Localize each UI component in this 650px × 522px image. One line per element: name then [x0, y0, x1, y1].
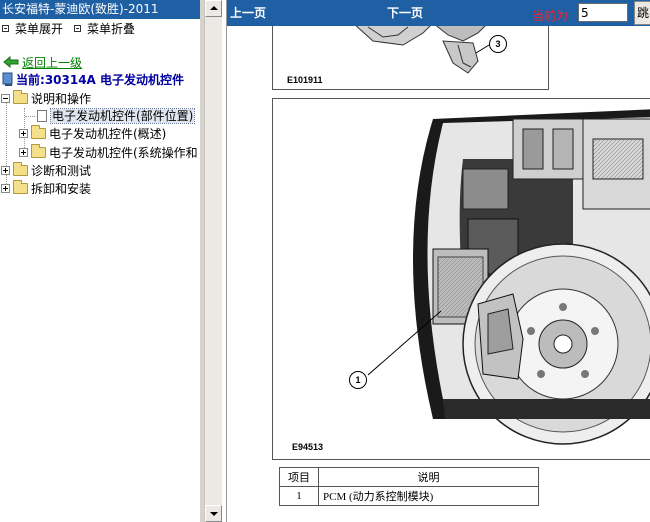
left-navigation-pane: 长安福特-蒙迪欧(致胜)-2011 菜单展开 菜单折叠 返回上一级 当前:303… [0, 0, 200, 522]
item-number: 1 [279, 486, 319, 506]
left-pane-scrollbar[interactable] [204, 0, 222, 522]
page-navigation-bar: 上一页 下一页 当前为 跳 [227, 0, 650, 26]
tree-item-removal[interactable]: 拆卸和安装 [1, 180, 92, 198]
tree-item-instructions[interactable]: 说明和操作 [1, 90, 92, 108]
folder-icon [13, 162, 28, 176]
callout-3: 3 [489, 35, 507, 53]
tree-item-label: 拆卸和安装 [31, 182, 92, 196]
collapse-toggle-icon[interactable] [1, 94, 10, 103]
table-row: 1 PCM (动力系控制模块) [279, 486, 539, 506]
expand-toggle-icon[interactable] [1, 184, 10, 193]
tree-item-label: 说明和操作 [31, 92, 92, 106]
menu-collapse-label: 菜单折叠 [87, 22, 136, 36]
back-arrow-icon [3, 56, 19, 68]
current-page-label: 当前为 [532, 9, 569, 23]
figure-code: E94513 [292, 442, 324, 452]
expand-square-icon [2, 25, 9, 32]
legend-header-row: 项目 说明 [279, 467, 539, 487]
collapse-square-icon [74, 25, 81, 32]
app-title: 长安福特-蒙迪欧(致胜)-2011 [0, 0, 200, 19]
tree-guide-line [25, 116, 35, 117]
current-location: 当前:30314A 电子发动机控件 [2, 72, 184, 89]
menu-expand-button[interactable]: 菜单展开 [2, 21, 63, 37]
tree-item-label: 电子发动机控件(概述) [49, 127, 167, 141]
back-link-label: 返回上一级 [22, 56, 83, 70]
back-link[interactable]: 返回上一级 [3, 55, 82, 71]
current-prefix: 当前: [16, 73, 45, 87]
folder-icon [31, 144, 46, 158]
next-page-button[interactable]: 下一页 [387, 4, 423, 21]
item-description: PCM (动力系控制模块) [318, 486, 539, 506]
pcm-location-illustration [367, 109, 650, 445]
scroll-up-arrow-icon[interactable] [205, 0, 222, 17]
figure-code: E101911 [287, 75, 323, 85]
column-header: 说明 [318, 467, 539, 487]
tree-item-label: 诊断和测试 [31, 164, 92, 178]
figure-top: 3 E101911 [272, 26, 549, 90]
document-icon [37, 110, 47, 122]
document-content: 3 E101911 1 E94513 项目 说明 1 PCM (动力系控制模块) [227, 26, 650, 522]
callout-1: 1 [349, 371, 367, 389]
go-button[interactable]: 跳 [634, 1, 650, 25]
column-header: 项目 [279, 467, 319, 487]
folder-icon [31, 125, 46, 139]
prev-page-button[interactable]: 上一页 [230, 4, 266, 21]
menu-expand-label: 菜单展开 [15, 22, 64, 36]
expand-toggle-icon[interactable] [19, 148, 28, 157]
expand-toggle-icon[interactable] [19, 129, 28, 138]
tree-item-label: 电子发动机控件(部件位置) [49, 108, 196, 124]
tree-item-system-operation[interactable]: 电子发动机控件(系统操作和 [19, 144, 198, 162]
tree-item-diagnosis[interactable]: 诊断和测试 [1, 162, 92, 180]
tree-item-component-location[interactable]: 电子发动机控件(部件位置) [37, 108, 196, 125]
scroll-down-arrow-icon[interactable] [205, 505, 222, 522]
folder-icon [13, 180, 28, 194]
folder-open-icon [13, 90, 28, 104]
book-icon [2, 72, 13, 86]
figure-main: 1 E94513 [272, 98, 650, 460]
tree-item-label: 电子发动机控件(系统操作和 [49, 146, 198, 160]
page-number-input[interactable] [578, 3, 628, 22]
current-value: 30314A 电子发动机控件 [44, 73, 185, 87]
legend-table: 项目 说明 1 PCM (动力系控制模块) [279, 467, 539, 506]
tree-item-overview[interactable]: 电子发动机控件(概述) [19, 125, 167, 143]
menu-collapse-button[interactable]: 菜单折叠 [74, 21, 135, 37]
expand-toggle-icon[interactable] [1, 166, 10, 175]
